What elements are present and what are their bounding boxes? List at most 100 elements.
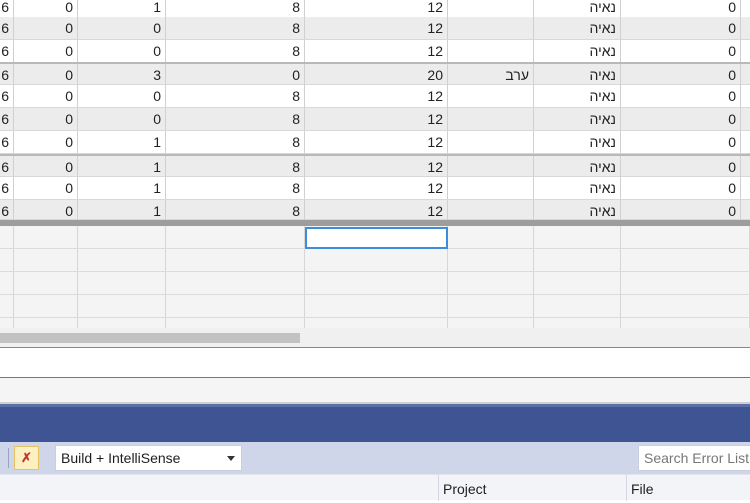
table-cell[interactable] <box>448 108 534 130</box>
table-cell[interactable]: נאיה <box>534 0 621 18</box>
table-cell[interactable]: 0 <box>621 0 741 18</box>
table-cell[interactable]: 6 <box>0 200 14 222</box>
table-cell[interactable]: 8 <box>166 40 305 62</box>
empty-row[interactable] <box>0 249 750 272</box>
table-cell[interactable]: 0 <box>14 108 78 130</box>
scrollbar-thumb[interactable] <box>0 333 300 343</box>
table-cell[interactable]: 0 <box>621 85 741 107</box>
table-cell[interactable]: 0 <box>14 64 78 86</box>
table-cell[interactable] <box>448 40 534 62</box>
table-cell[interactable] <box>741 40 750 62</box>
table-row[interactable]: 6 0 0 8 12 נאיה 0 <box>0 85 750 108</box>
table-row[interactable]: 6 0 1 8 12 נאיה 0 <box>0 131 750 154</box>
empty-cell[interactable] <box>78 272 166 294</box>
table-cell[interactable]: 12 <box>305 108 448 130</box>
table-cell[interactable]: 0 <box>78 85 166 107</box>
empty-cell[interactable] <box>305 272 448 294</box>
empty-cell[interactable] <box>448 272 534 294</box>
empty-cell[interactable] <box>305 249 448 271</box>
empty-cell[interactable] <box>166 295 305 317</box>
table-cell[interactable]: 6 <box>0 64 14 86</box>
table-cell[interactable]: 12 <box>305 156 448 178</box>
table-cell[interactable]: 8 <box>166 0 305 18</box>
table-cell[interactable]: 0 <box>621 64 741 86</box>
table-cell[interactable] <box>448 156 534 178</box>
empty-cell[interactable] <box>448 249 534 271</box>
table-cell[interactable] <box>741 131 750 153</box>
table-cell[interactable]: 0 <box>621 40 741 62</box>
table-cell[interactable]: 0 <box>14 85 78 107</box>
horizontal-scrollbar[interactable] <box>0 328 750 348</box>
table-cell[interactable]: 12 <box>305 131 448 153</box>
empty-cell[interactable] <box>0 272 14 294</box>
table-cell[interactable]: נאיה <box>534 131 621 153</box>
empty-cell[interactable] <box>448 226 534 248</box>
table-cell[interactable]: 1 <box>78 156 166 178</box>
table-cell[interactable] <box>741 177 750 199</box>
table-cell[interactable]: 12 <box>305 17 448 39</box>
table-cell[interactable]: 20 <box>305 64 448 86</box>
table-cell[interactable] <box>448 131 534 153</box>
table-row[interactable]: 6 0 1 8 12 נאיה 0 <box>0 177 750 200</box>
empty-cell[interactable] <box>166 272 305 294</box>
empty-row[interactable] <box>0 272 750 295</box>
table-cell[interactable]: 0 <box>14 40 78 62</box>
table-cell[interactable]: 12 <box>305 0 448 18</box>
empty-cell[interactable] <box>621 272 750 294</box>
empty-cell[interactable] <box>14 226 78 248</box>
empty-cell[interactable] <box>0 226 14 248</box>
search-input[interactable]: Search Error List <box>638 445 750 471</box>
table-cell[interactable]: 8 <box>166 156 305 178</box>
table-cell[interactable]: 12 <box>305 85 448 107</box>
table-row[interactable]: 6 0 1 8 12 נאיה 0 <box>0 200 750 222</box>
empty-cell[interactable] <box>534 226 621 248</box>
table-cell[interactable]: 1 <box>78 177 166 199</box>
table-cell[interactable]: נאיה <box>534 108 621 130</box>
table-cell[interactable]: 0 <box>78 40 166 62</box>
empty-cell[interactable] <box>78 226 166 248</box>
table-cell[interactable]: 8 <box>166 131 305 153</box>
empty-cell[interactable] <box>166 249 305 271</box>
empty-cell[interactable] <box>448 295 534 317</box>
table-cell[interactable]: 0 <box>14 177 78 199</box>
table-cell[interactable]: 0 <box>166 64 305 86</box>
table-cell[interactable]: 0 <box>621 131 741 153</box>
table-cell[interactable]: 0 <box>621 17 741 39</box>
empty-cell[interactable] <box>534 249 621 271</box>
table-cell[interactable]: 6 <box>0 131 14 153</box>
clear-filter-icon[interactable]: ✗ <box>14 446 39 470</box>
empty-cell[interactable] <box>78 295 166 317</box>
table-cell[interactable]: 0 <box>621 156 741 178</box>
table-cell[interactable]: 6 <box>0 156 14 178</box>
table-row[interactable]: 6 0 0 8 12 נאיה 0 <box>0 17 750 40</box>
table-cell[interactable]: 8 <box>166 108 305 130</box>
table-cell[interactable] <box>741 156 750 178</box>
table-cell[interactable]: 0 <box>621 200 741 222</box>
empty-cell[interactable] <box>534 272 621 294</box>
table-cell[interactable] <box>741 108 750 130</box>
empty-cell[interactable] <box>14 272 78 294</box>
table-cell[interactable]: 6 <box>0 17 14 39</box>
empty-cell[interactable] <box>0 249 14 271</box>
table-cell[interactable]: 0 <box>14 156 78 178</box>
empty-cell[interactable] <box>0 295 14 317</box>
table-cell[interactable] <box>741 17 750 39</box>
table-cell[interactable]: ערב <box>448 64 534 86</box>
empty-row[interactable] <box>0 295 750 318</box>
table-cell[interactable]: 1 <box>78 200 166 222</box>
empty-cell[interactable] <box>14 249 78 271</box>
table-cell[interactable] <box>448 177 534 199</box>
table-cell[interactable] <box>448 17 534 39</box>
table-cell[interactable]: 0 <box>14 200 78 222</box>
empty-cell[interactable] <box>166 226 305 248</box>
selected-cell[interactable] <box>305 227 448 249</box>
table-cell[interactable]: 6 <box>0 0 14 18</box>
table-cell[interactable]: 12 <box>305 40 448 62</box>
empty-cell[interactable] <box>534 295 621 317</box>
empty-cell[interactable] <box>621 295 750 317</box>
table-cell[interactable]: 0 <box>78 17 166 39</box>
column-header-project[interactable]: Project <box>438 475 626 501</box>
table-cell[interactable]: נאיה <box>534 40 621 62</box>
table-cell[interactable] <box>741 200 750 222</box>
table-cell[interactable]: 8 <box>166 177 305 199</box>
